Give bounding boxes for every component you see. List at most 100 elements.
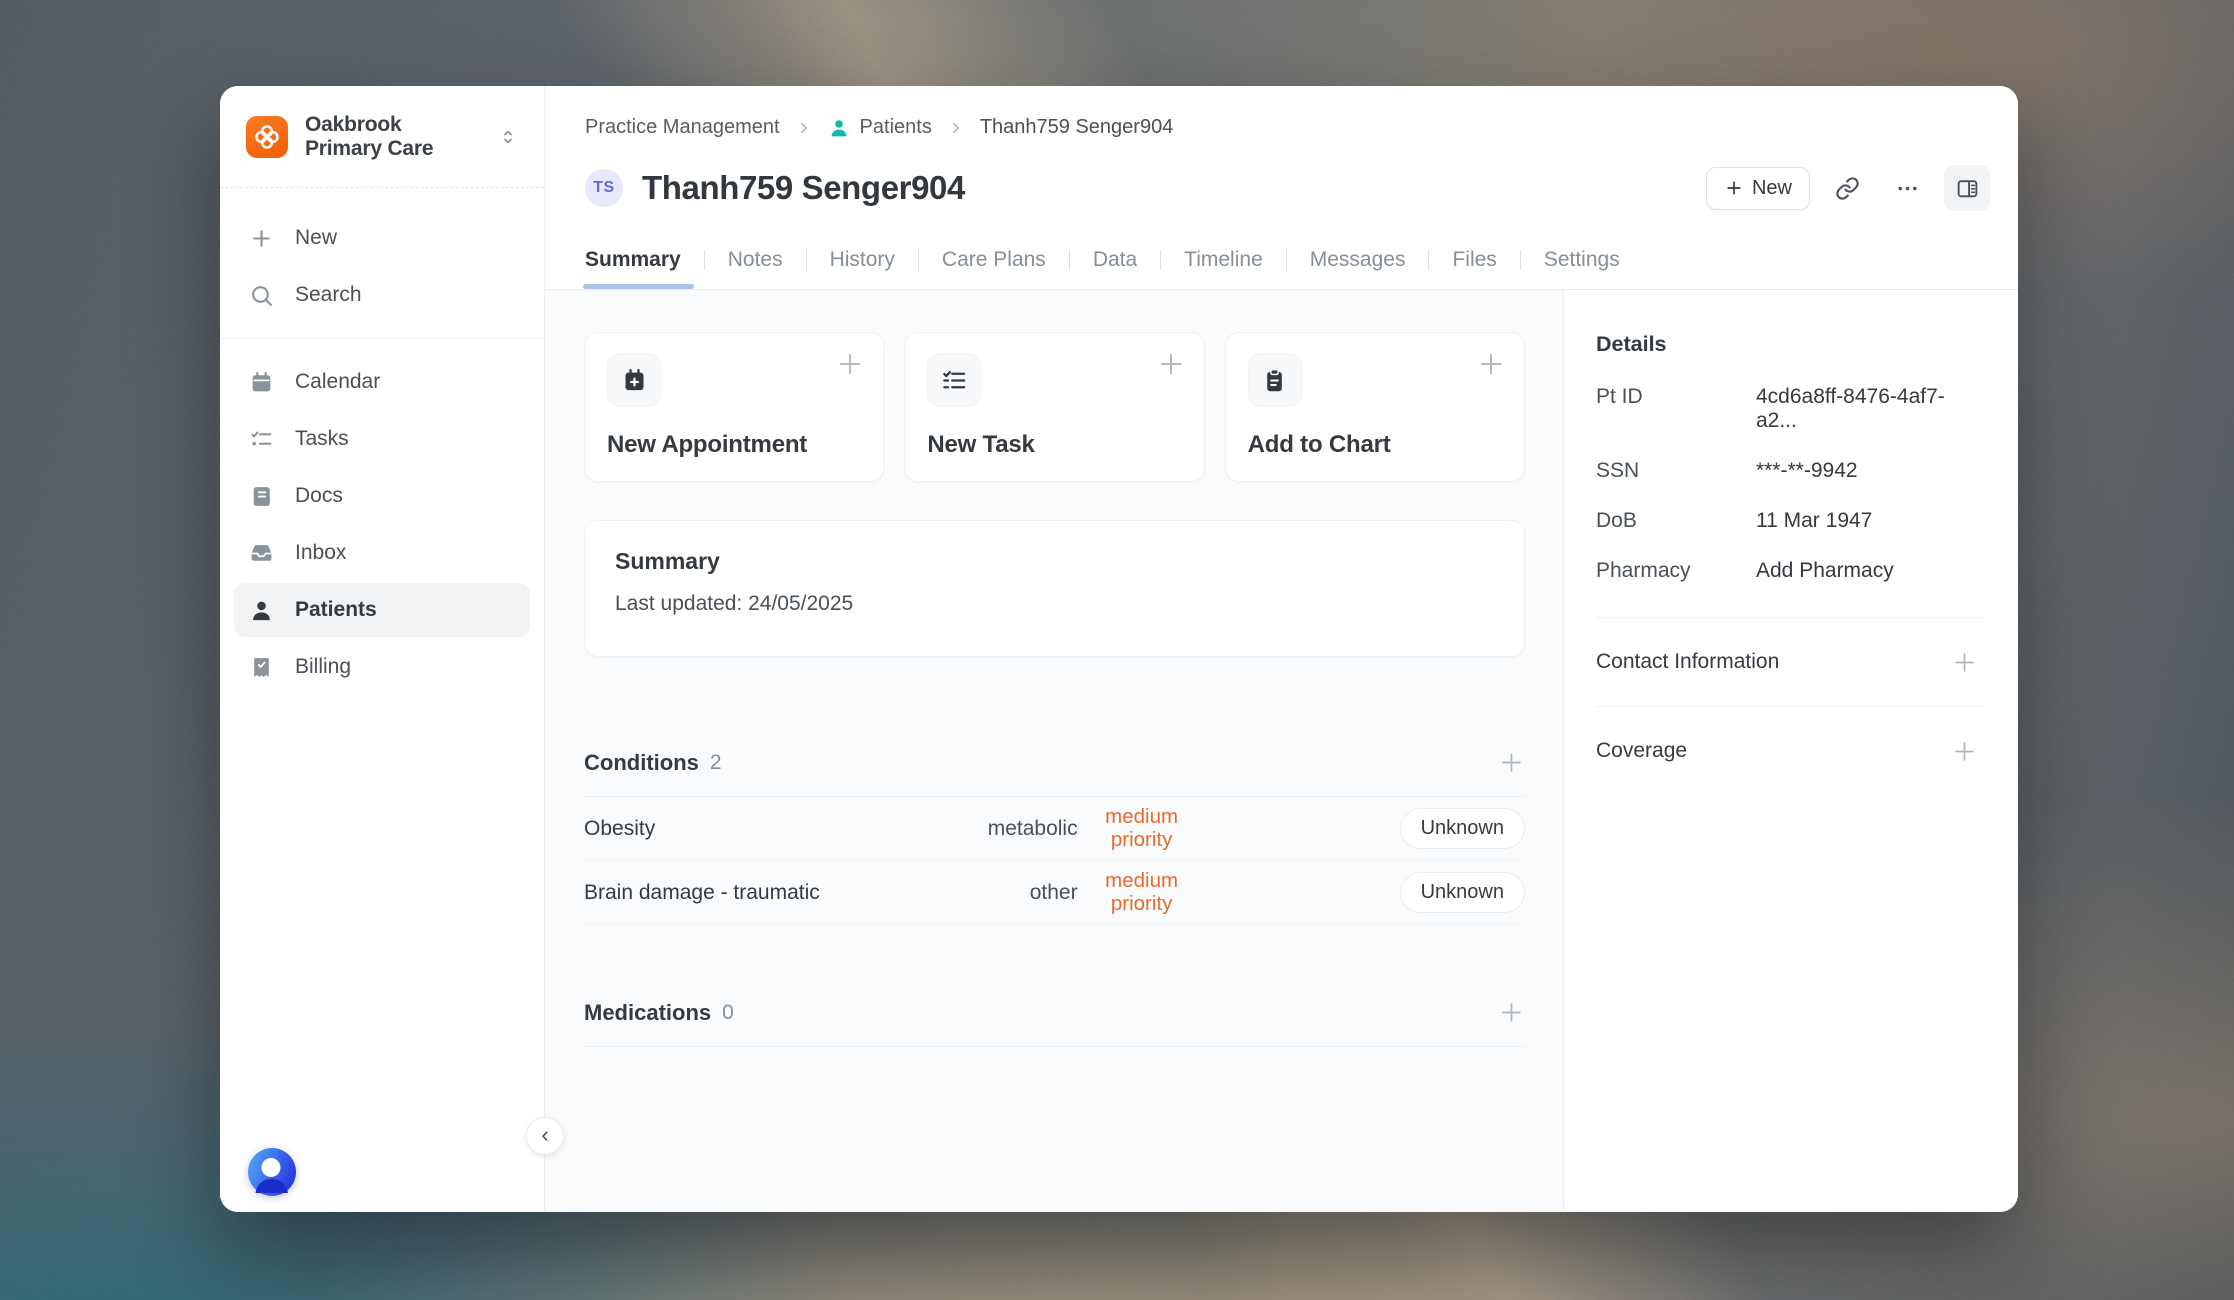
tab-notes[interactable]: Notes (705, 231, 806, 289)
condition-row[interactable]: Obesity metabolic medium priority Unknow… (584, 797, 1525, 861)
detail-label: Pt ID (1596, 385, 1756, 409)
conditions-title: Conditions (584, 750, 699, 776)
card-icon-box (927, 353, 981, 407)
tab-timeline[interactable]: Timeline (1161, 231, 1286, 289)
new-appointment-card[interactable]: New Appointment (584, 332, 884, 482)
detail-label: Pharmacy (1596, 559, 1756, 583)
assistant-chat-button[interactable] (248, 1148, 296, 1196)
page-title: Thanh759 Senger904 (642, 169, 1687, 207)
add-coverage-button[interactable] (1951, 738, 1978, 765)
divider (584, 1046, 1525, 1047)
sidebar-item-new[interactable]: New (234, 211, 530, 265)
medications-header: Medications 0 (584, 999, 1525, 1026)
add-medication-button[interactable] (1498, 999, 1525, 1026)
sidebar-item-docs[interactable]: Docs (234, 469, 530, 523)
toggle-details-panel-button[interactable] (1944, 165, 1990, 211)
detail-label: DoB (1596, 509, 1756, 533)
detail-row-dob: DoB 11 Mar 1947 (1596, 509, 1978, 533)
patient-title-row: TS Thanh759 Senger904 New (585, 165, 1990, 211)
card-label: New Task (927, 431, 1034, 459)
card-icon-box (1248, 353, 1302, 407)
link-icon (1835, 176, 1860, 201)
card-icon-box (607, 353, 661, 407)
tab-messages[interactable]: Messages (1287, 231, 1429, 289)
coverage-section: Coverage (1596, 707, 1978, 795)
condition-status-badge[interactable]: Unknown (1400, 872, 1525, 913)
detail-row-pt-id: Pt ID 4cd6a8ff-8476-4af7-a2... (1596, 385, 1978, 433)
sidebar-item-calendar[interactable]: Calendar (234, 355, 530, 409)
tab-files[interactable]: Files (1429, 231, 1519, 289)
sidebar-item-label: Patients (295, 598, 377, 622)
calendar-icon (249, 370, 274, 395)
breadcrumb-current: Thanh759 Senger904 (980, 116, 1174, 139)
contact-information-section: Contact Information (1596, 618, 1978, 706)
breadcrumb: Practice Management Patients Thanh759 Se… (585, 116, 1990, 139)
condition-status-badge[interactable]: Unknown (1400, 808, 1525, 849)
add-icon[interactable] (1476, 349, 1506, 379)
breadcrumb-root[interactable]: Practice Management (585, 116, 780, 139)
medications-count: 0 (722, 1001, 734, 1025)
more-options-button[interactable] (1884, 165, 1930, 211)
add-icon[interactable] (1156, 349, 1186, 379)
new-task-card[interactable]: New Task (904, 332, 1204, 482)
medications-title: Medications (584, 1000, 711, 1026)
detail-value[interactable]: 4cd6a8ff-8476-4af7-a2... (1756, 385, 1978, 433)
add-pharmacy-link[interactable]: Add Pharmacy (1756, 559, 1894, 583)
card-label: Add to Chart (1248, 431, 1391, 459)
plus-icon (1724, 178, 1744, 198)
add-to-chart-card[interactable]: Add to Chart (1225, 332, 1525, 482)
sidebar-item-label: Tasks (295, 427, 349, 451)
calendar-plus-icon (621, 367, 648, 394)
new-button-label: New (1752, 177, 1792, 200)
sidebar-item-label: Calendar (295, 370, 380, 394)
summary-last-updated: Last updated: 24/05/2025 (615, 592, 1494, 616)
sidebar-collapse-button[interactable]: ‹ (526, 1117, 564, 1155)
sidebar-item-billing[interactable]: Billing (234, 640, 530, 694)
add-contact-button[interactable] (1951, 649, 1978, 676)
tab-summary[interactable]: Summary (585, 231, 704, 289)
tab-data[interactable]: Data (1070, 231, 1160, 289)
sidebar-item-patients[interactable]: Patients (234, 583, 530, 637)
summary-card: Summary Last updated: 24/05/2025 (584, 520, 1525, 657)
sidebar-item-label: Docs (295, 484, 343, 508)
tab-settings[interactable]: Settings (1521, 231, 1643, 289)
sidebar-item-label: New (295, 226, 337, 250)
sidebar-item-search[interactable]: Search (234, 268, 530, 322)
condition-name: Brain damage - traumatic (584, 881, 1030, 905)
org-switcher-caret-icon (498, 127, 518, 147)
card-label: New Appointment (607, 431, 807, 459)
chevron-right-icon (947, 119, 965, 137)
tab-care-plans[interactable]: Care Plans (919, 231, 1069, 289)
breadcrumb-patients[interactable]: Patients (828, 116, 932, 139)
detail-row-pharmacy: Pharmacy Add Pharmacy (1596, 559, 1978, 583)
detail-label: SSN (1596, 459, 1756, 483)
details-panel: Details Pt ID 4cd6a8ff-8476-4af7-a2... S… (1563, 290, 2018, 1212)
conditions-header: Conditions 2 (584, 749, 1525, 776)
chevron-right-icon (795, 119, 813, 137)
tab-history[interactable]: History (807, 231, 918, 289)
patient-icon (249, 598, 274, 623)
condition-category: other (1030, 881, 1078, 905)
sidebar-item-label: Billing (295, 655, 351, 679)
page-header: Practice Management Patients Thanh759 Se… (545, 86, 2018, 290)
condition-priority: medium priority (1084, 870, 1200, 916)
medications-section: Medications 0 (584, 999, 1525, 1047)
detail-value: 11 Mar 1947 (1756, 509, 1872, 533)
condition-row[interactable]: Brain damage - traumatic other medium pr… (584, 861, 1525, 925)
org-switcher[interactable]: Oakbrook Primary Care (220, 86, 544, 188)
add-icon[interactable] (835, 349, 865, 379)
sidebar-nav: New Search Calendar Tasks Docs Inbox (220, 188, 544, 694)
section-title: Coverage (1596, 739, 1687, 763)
summary-card-title: Summary (615, 548, 1494, 575)
checklist-icon (941, 367, 968, 394)
sidebar: Oakbrook Primary Care New Search Calenda… (220, 86, 545, 1212)
sidebar-item-inbox[interactable]: Inbox (234, 526, 530, 580)
sidebar-item-tasks[interactable]: Tasks (234, 412, 530, 466)
add-condition-button[interactable] (1498, 749, 1525, 776)
new-button[interactable]: New (1706, 167, 1810, 210)
conditions-count: 2 (710, 751, 722, 775)
condition-priority: medium priority (1084, 806, 1200, 852)
docs-icon (249, 484, 274, 509)
copy-link-button[interactable] (1824, 165, 1870, 211)
sidebar-divider (220, 338, 544, 339)
